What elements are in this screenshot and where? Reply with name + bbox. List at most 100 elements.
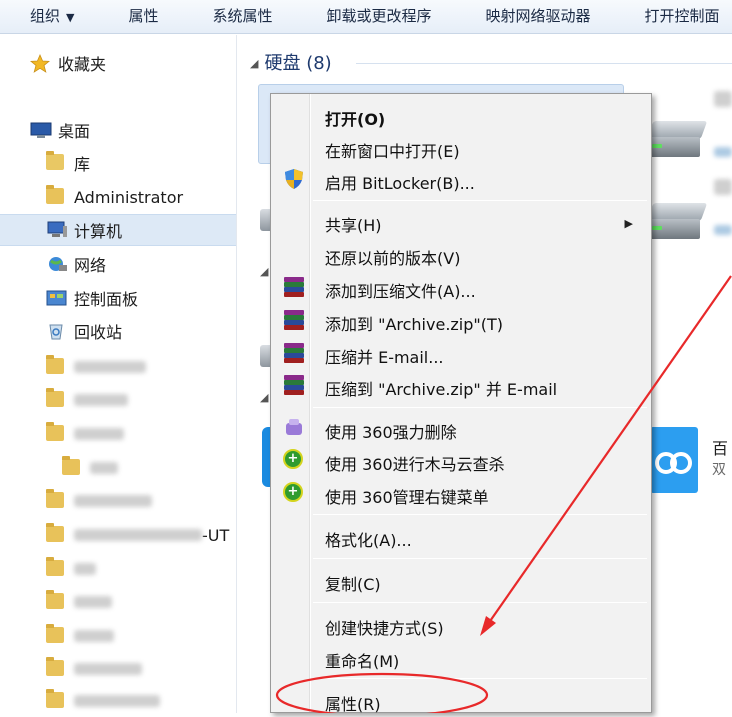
menu-item-360-menu[interactable]: 使用 360管理右键菜单 [325,484,489,508]
nav-network[interactable]: 网络 [0,248,236,280]
nav-folder[interactable] [0,418,236,450]
map-drive-button[interactable]: 映射网络驱动器 [458,0,617,33]
control-panel-icon [46,289,67,307]
nav-folder[interactable] [0,620,236,652]
winrar-icon [283,374,305,396]
folder-icon [46,388,66,409]
winrar-icon [283,309,305,331]
folder-icon [62,456,82,477]
folder-icon [46,590,66,611]
navigation-pane: 收藏夹 桌面 库 Administrator 计算机 网络 控制面板 回收站 -… [0,35,237,713]
blurred-label [74,695,160,707]
menu-item-restore[interactable]: 还原以前的版本(V) [325,245,460,269]
uninstall-button[interactable]: 卸载或更改程序 [299,0,458,33]
nav-library[interactable]: 库 [0,147,236,179]
nav-label: 回收站 [74,323,123,342]
menu-item-share[interactable]: 共享(H) [325,212,382,236]
nav-folder[interactable] [0,653,236,685]
nav-label: 桌面 [58,122,91,141]
menu-item-create-shortcut[interactable]: 创建快捷方式(S) [325,615,444,639]
system-properties-button[interactable]: 系统属性 [185,0,299,33]
menu-item-open-new-window[interactable]: 在新窗口中打开(E) [325,138,460,162]
blurred-label [74,596,112,608]
blurred-label [714,91,732,107]
menu-separator [313,602,647,603]
menu-item-360-delete[interactable]: 使用 360强力删除 [325,419,457,443]
star-icon [29,53,51,73]
nav-desktop[interactable]: 桌面 [0,114,236,146]
group-divider [356,63,732,64]
menu-item-compress-email[interactable]: 压缩并 E-mail... [325,344,444,368]
context-menu: 打开(O) 在新窗口中打开(E) 启用 BitLocker(B)... 共享(H… [270,93,652,715]
menu-item-compress-zip-email[interactable]: 压缩到 "Archive.zip" 并 E-mail [325,376,557,400]
nav-folder[interactable] [0,384,236,416]
nav-folder[interactable] [0,586,236,618]
menu-item-rename[interactable]: 重命名(M) [325,648,399,672]
nav-folder[interactable] [0,452,236,484]
blurred-label [74,529,202,541]
nav-favorites[interactable]: 收藏夹 [0,47,236,79]
menu-item-add-zip[interactable]: 添加到 "Archive.zip"(T) [325,311,503,335]
menu-item-properties[interactable]: 属性(R) [325,691,381,715]
collapse-triangle-icon: ◢ [260,265,269,278]
folder-icon [46,689,66,710]
app-name-partial: 百 [712,439,729,458]
nav-label: 控制面板 [74,290,139,309]
nav-computer[interactable]: 计算机 [0,214,236,246]
app-desc-partial: 双 [712,462,726,478]
blurred-label [74,495,152,507]
command-bar: 组织 ▼ 属性 系统属性 卸载或更改程序 映射网络驱动器 打开控制面 [0,0,732,34]
menu-item-copy[interactable]: 复制(C) [325,571,381,595]
folder-icon [46,523,66,544]
360-icon: + [283,482,305,504]
folder-icon [46,557,66,578]
folder-icon [46,355,66,376]
nav-folder[interactable] [0,351,236,383]
nav-administrator[interactable]: Administrator [0,181,236,213]
menu-separator [313,407,647,408]
nav-label: Administrator [74,187,184,207]
blurred-bar [714,225,732,235]
drive-icon[interactable] [646,121,708,159]
menu-item-format[interactable]: 格式化(A)... [325,527,412,551]
open-control-panel-button[interactable]: 打开控制面 [617,0,732,33]
properties-button[interactable]: 属性 [100,0,184,33]
menu-separator [313,558,647,559]
nav-label: 库 [74,155,91,174]
folder-icon [46,422,66,443]
shield-icon [283,168,305,190]
submenu-arrow-icon: ▶ [624,217,633,230]
nav-label: 收藏夹 [58,55,107,74]
organize-button[interactable]: 组织 ▼ [0,0,100,33]
menu-item-bitlocker[interactable]: 启用 BitLocker(B)... [325,170,475,194]
blurred-label [74,563,96,575]
menu-item-open[interactable]: 打开(O) [325,106,385,130]
blurred-label [74,394,128,406]
nav-recycle-bin[interactable]: 回收站 [0,315,236,347]
group-header-disks[interactable]: ◢ 硬盘 (8) [250,49,332,75]
user-folder-icon [46,185,66,206]
menu-item-add-archive[interactable]: 添加到压缩文件(A)... [325,278,476,302]
nav-folder[interactable]: -UT [0,519,236,551]
folder-icon [46,489,66,510]
recycle-bin-icon [46,322,66,340]
menu-item-360-scan[interactable]: 使用 360进行木马云查杀 [325,451,505,475]
nav-control-panel[interactable]: 控制面板 [0,282,236,314]
winrar-icon [283,342,305,364]
nav-folder[interactable] [0,685,236,717]
nav-label: 计算机 [74,222,123,241]
nav-folder[interactable] [0,553,236,585]
chevron-down-icon: ▼ [66,10,75,24]
nav-label-suffix: -UT [202,525,230,545]
blurred-label [714,179,732,195]
blurred-label [74,428,124,440]
computer-icon [46,221,67,239]
nav-folder[interactable] [0,485,236,517]
network-icon [46,255,67,273]
360-shredder-icon [283,417,305,439]
drive-icon[interactable] [646,203,708,241]
baidu-cloud-icon[interactable] [650,427,698,493]
blurred-label [90,462,118,474]
360-icon: + [283,449,305,471]
folder-icon [46,657,66,678]
